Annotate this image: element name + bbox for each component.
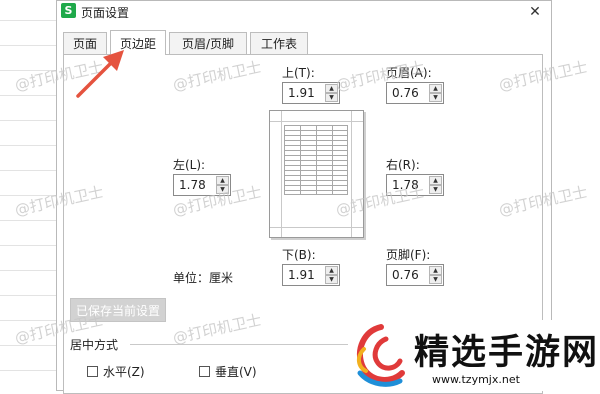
bottom-margin-label: 下(B): — [282, 248, 316, 262]
logo-text: 精选手游网 — [414, 333, 600, 373]
spin-down-icon[interactable]: ▼ — [429, 185, 442, 194]
spin-up-icon[interactable]: ▲ — [429, 266, 442, 275]
bottom-margin-value[interactable]: 1.91 — [288, 268, 315, 282]
tab-sheet[interactable]: 工作表 — [250, 32, 308, 54]
horizontal-checkbox[interactable] — [87, 366, 98, 377]
spin-down-icon[interactable]: ▼ — [216, 185, 229, 194]
top-margin-stepper[interactable]: 1.91 ▲ ▼ — [282, 82, 340, 104]
dialog-title: 页面设置 — [81, 6, 130, 20]
close-icon[interactable]: ✕ — [525, 2, 545, 22]
left-margin-stepper[interactable]: 1.78 ▲ ▼ — [173, 174, 231, 196]
top-margin-value[interactable]: 1.91 — [288, 86, 315, 100]
spin-up-icon[interactable]: ▲ — [325, 266, 338, 275]
footer-margin-value[interactable]: 0.76 — [392, 268, 419, 282]
spreadsheet-background — [0, 0, 56, 391]
spin-down-icon[interactable]: ▼ — [325, 275, 338, 284]
page-preview — [269, 110, 364, 238]
top-margin-label: 上(T): — [282, 66, 315, 80]
vertical-checkbox[interactable] — [199, 366, 210, 377]
save-settings-button[interactable]: 已保存当前设置 — [70, 298, 166, 322]
app-icon: S — [61, 3, 76, 18]
annotation-arrow-icon — [76, 50, 124, 98]
footer-margin-stepper[interactable]: 0.76 ▲ ▼ — [386, 264, 444, 286]
spin-down-icon[interactable]: ▼ — [325, 93, 338, 102]
right-margin-stepper[interactable]: 1.78 ▲ ▼ — [386, 174, 444, 196]
tab-header-footer[interactable]: 页眉/页脚 — [169, 32, 247, 54]
spin-up-icon[interactable]: ▲ — [325, 84, 338, 93]
bottom-margin-stepper[interactable]: 1.91 ▲ ▼ — [282, 264, 340, 286]
header-margin-stepper[interactable]: 0.76 ▲ ▼ — [386, 82, 444, 104]
title-bar: S 页面设置 ✕ — [57, 1, 551, 23]
spin-up-icon[interactable]: ▲ — [429, 176, 442, 185]
vertical-label: 垂直(V) — [215, 365, 257, 379]
horizontal-label: 水平(Z) — [103, 365, 145, 379]
header-margin-label: 页眉(A): — [386, 66, 432, 80]
site-logo: 精选手游网 www.tzymjx.net — [348, 320, 600, 391]
center-on-page-title: 居中方式 — [70, 338, 119, 352]
spin-down-icon[interactable]: ▼ — [429, 275, 442, 284]
logo-url: www.tzymjx.net — [432, 373, 520, 386]
right-margin-label: 右(R): — [386, 158, 420, 172]
header-margin-value[interactable]: 0.76 — [392, 86, 419, 100]
footer-margin-label: 页脚(F): — [386, 248, 431, 262]
spin-down-icon[interactable]: ▼ — [429, 93, 442, 102]
logo-swirl-icon — [357, 324, 405, 387]
left-margin-label: 左(L): — [173, 158, 206, 172]
unit-label: 单位：厘米 — [173, 271, 234, 285]
right-margin-value[interactable]: 1.78 — [392, 178, 419, 192]
spin-up-icon[interactable]: ▲ — [429, 84, 442, 93]
preview-grid — [284, 125, 348, 195]
spin-up-icon[interactable]: ▲ — [216, 176, 229, 185]
left-margin-value[interactable]: 1.78 — [179, 178, 206, 192]
